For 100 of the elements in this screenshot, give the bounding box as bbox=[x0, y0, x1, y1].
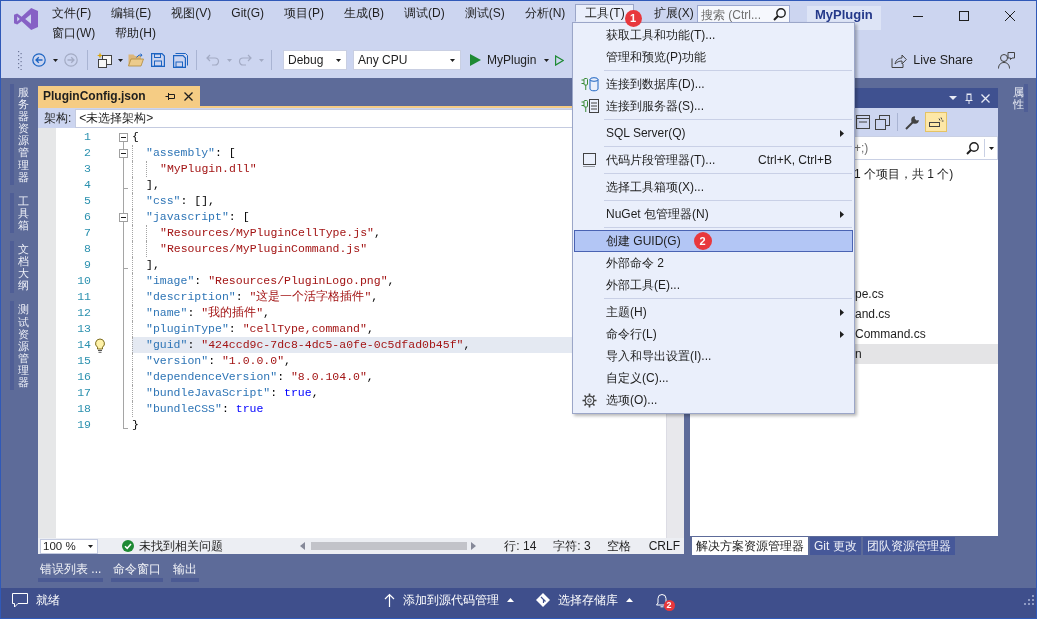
git-icon bbox=[535, 593, 550, 607]
preview-icon[interactable] bbox=[925, 112, 947, 132]
lightbulb-icon[interactable] bbox=[94, 337, 106, 353]
save-icon[interactable] bbox=[151, 53, 165, 67]
bell-icon[interactable] bbox=[654, 592, 669, 608]
menu-item[interactable]: 命令行(L) bbox=[574, 323, 853, 345]
close-icon[interactable] bbox=[184, 91, 193, 101]
run-button[interactable]: MyPlugin bbox=[466, 49, 554, 71]
caret-icon bbox=[88, 544, 93, 548]
line-number: 8 bbox=[83, 241, 92, 257]
close-icon bbox=[1005, 11, 1015, 21]
resize-grip-icon[interactable] bbox=[1024, 595, 1034, 605]
side-tab[interactable]: 文档大纲 bbox=[10, 241, 33, 294]
caret-icon bbox=[544, 58, 550, 62]
code-line: "bundleJavaScript": true, bbox=[132, 385, 319, 401]
save-all-icon[interactable] bbox=[172, 52, 188, 68]
line-number: 5 bbox=[83, 193, 92, 209]
code-line: "css": [], bbox=[132, 193, 216, 209]
code-line: "version": "1.0.0.0", bbox=[132, 353, 291, 369]
collapse-icon[interactable] bbox=[118, 212, 128, 222]
share-icon bbox=[891, 52, 908, 68]
menu-item[interactable]: NuGet 包管理器(N) bbox=[574, 203, 853, 225]
menu-item[interactable]: 项目(P) bbox=[274, 4, 333, 22]
feedback-icon[interactable] bbox=[998, 51, 1015, 69]
caret-icon bbox=[450, 58, 455, 62]
line-number: 10 bbox=[76, 273, 92, 289]
menu-item[interactable]: 视图(V) bbox=[161, 4, 221, 22]
pin-icon[interactable] bbox=[165, 91, 175, 101]
wrench-icon[interactable] bbox=[905, 114, 920, 130]
source-control-button[interactable]: 添加到源代码管理 bbox=[383, 590, 514, 610]
side-tab[interactable]: 工具箱 bbox=[10, 192, 33, 234]
menu-item[interactable]: 连接到数据库(D)... bbox=[574, 73, 853, 95]
menu-item[interactable]: 选项(O)... bbox=[574, 389, 853, 411]
code-line: { bbox=[132, 129, 139, 145]
panel-tab[interactable]: 输出 bbox=[171, 560, 200, 582]
line-number: 2 bbox=[83, 145, 92, 161]
code-line: "dependenceVersion": "8.0.104.0", bbox=[132, 369, 374, 385]
collapse-icon[interactable] bbox=[118, 148, 128, 158]
repository-button[interactable]: 选择存储库 bbox=[535, 590, 633, 610]
side-tab[interactable]: 属性 bbox=[1005, 84, 1028, 113]
zoom-dropdown[interactable]: 100 % bbox=[40, 538, 98, 554]
panel-tab[interactable]: 错误列表 ... bbox=[38, 560, 104, 582]
menu-item[interactable]: 帮助(H) bbox=[105, 24, 165, 42]
back-icon[interactable] bbox=[32, 53, 46, 67]
line-number: 18 bbox=[76, 401, 92, 417]
nav-label: 架构: bbox=[44, 109, 72, 127]
document-tab[interactable]: PluginConfig.json bbox=[38, 86, 200, 106]
panel-tab[interactable]: Git 更改 bbox=[810, 537, 861, 555]
tree-item[interactable]: Command.cs bbox=[854, 324, 998, 344]
status-text: 字符: 3 bbox=[553, 537, 591, 555]
copy-icon[interactable] bbox=[875, 114, 890, 130]
tree-item[interactable]: n bbox=[854, 344, 998, 364]
line-number: 3 bbox=[83, 161, 92, 177]
caret-icon[interactable] bbox=[949, 96, 957, 100]
platform-dropdown[interactable]: Any CPU bbox=[353, 50, 461, 70]
menu-item[interactable]: 文件(F) bbox=[42, 4, 101, 22]
menu-item[interactable]: 调试(D) bbox=[394, 4, 454, 22]
code-line: "javascript": [ bbox=[132, 209, 250, 225]
menu-item[interactable]: 导入和导出设置(I)... bbox=[574, 345, 853, 367]
window-icon[interactable] bbox=[856, 115, 870, 129]
line-number: 6 bbox=[83, 209, 92, 225]
line-number: 14 bbox=[76, 337, 92, 353]
menu-item[interactable]: 窗口(W) bbox=[42, 24, 105, 42]
side-tab[interactable]: 服务器资源管理器 bbox=[10, 84, 33, 185]
status-text: 空格 bbox=[606, 537, 631, 555]
play-outline-icon[interactable] bbox=[554, 54, 564, 66]
status-text: 就绪 bbox=[36, 591, 60, 609]
menu-item[interactable]: Git(G) bbox=[221, 4, 273, 22]
side-tab[interactable]: 测试资源管理器 bbox=[10, 301, 33, 391]
menu-item[interactable]: 编辑(E) bbox=[101, 4, 161, 22]
gripper-icon[interactable] bbox=[18, 50, 22, 70]
live-share-button[interactable]: Live Share bbox=[886, 48, 978, 72]
panel-tab[interactable]: 解决方案资源管理器 bbox=[692, 537, 808, 555]
menu-item[interactable]: 自定义(C)... bbox=[574, 367, 853, 389]
panel-tab[interactable]: 团队资源管理器 bbox=[862, 537, 955, 555]
search-icon[interactable] bbox=[773, 8, 786, 21]
menu-item[interactable]: 生成(B) bbox=[334, 4, 393, 22]
caret-icon[interactable] bbox=[117, 58, 123, 62]
caret-icon[interactable] bbox=[52, 58, 58, 62]
panel-tab[interactable]: 命令窗口 bbox=[111, 560, 164, 582]
menu-item[interactable]: 外部工具(E)... bbox=[574, 274, 853, 296]
step-marker: 2 bbox=[693, 232, 712, 250]
menu-item[interactable]: 选择工具箱项(X)... bbox=[574, 176, 853, 198]
menu-item[interactable]: 代码片段管理器(T)... Ctrl+K, Ctrl+B bbox=[574, 149, 853, 171]
menu-item[interactable]: 分析(N) bbox=[514, 4, 575, 22]
line-number: 9 bbox=[83, 257, 92, 273]
code-line: "assembly": [ bbox=[132, 145, 236, 161]
line-number: 11 bbox=[76, 289, 92, 305]
configuration-dropdown[interactable]: Debug bbox=[283, 50, 347, 70]
collapse-icon[interactable] bbox=[118, 132, 128, 142]
menu-item[interactable]: 主题(H) bbox=[574, 301, 853, 323]
tree-item[interactable]: pe.cs bbox=[854, 284, 998, 304]
new-project-icon[interactable] bbox=[96, 52, 112, 68]
menu-item[interactable]: 创建 GUID(G) 2 bbox=[574, 230, 853, 252]
play-icon bbox=[470, 54, 481, 66]
menu-item[interactable]: 测试(S) bbox=[454, 4, 514, 22]
menu-item[interactable]: 外部命令 2 bbox=[574, 252, 853, 274]
tree-item[interactable]: and.cs bbox=[854, 304, 998, 324]
menu-item[interactable]: 管理和预览(P)功能 bbox=[574, 46, 853, 68]
line-number: 15 bbox=[76, 353, 92, 369]
